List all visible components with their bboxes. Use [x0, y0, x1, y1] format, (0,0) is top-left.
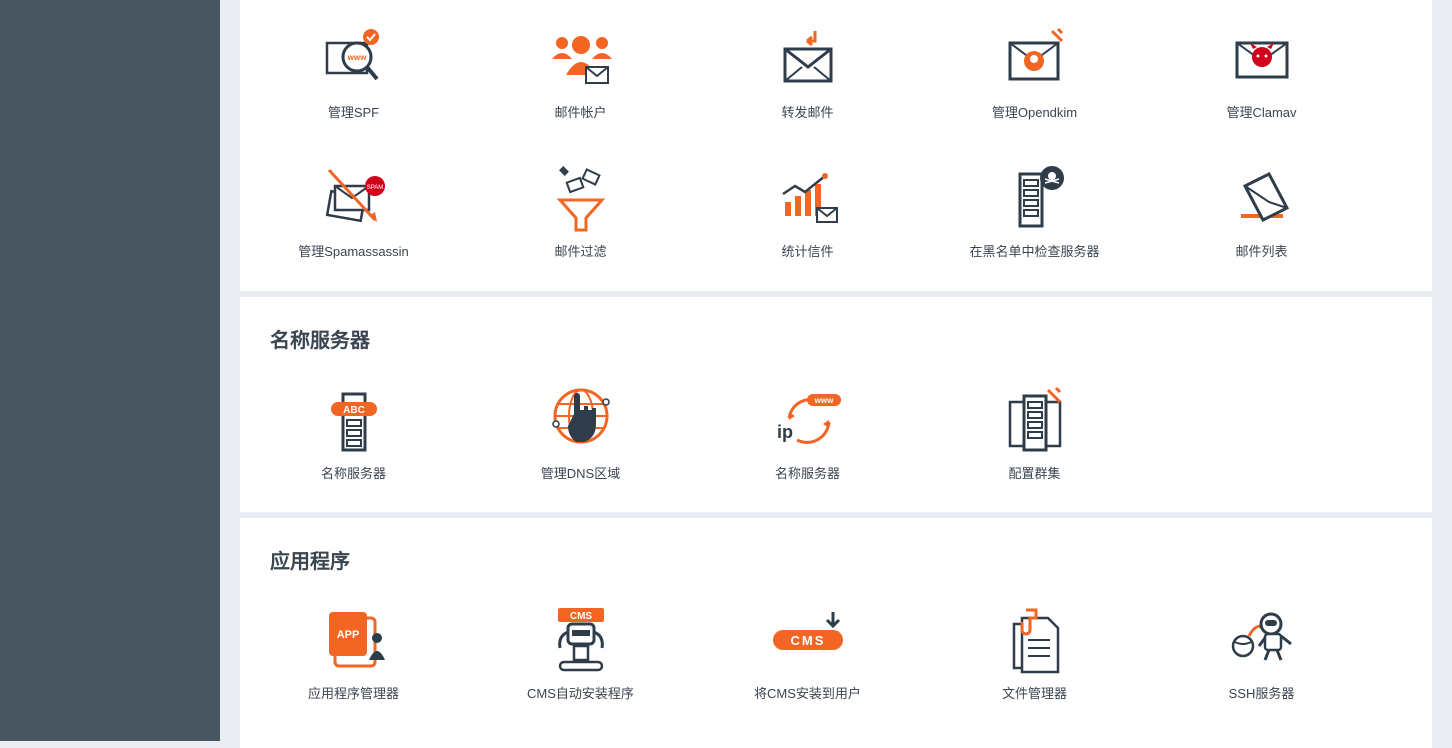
file-manager-icon — [1000, 606, 1070, 676]
cms-badge: CMS — [790, 633, 825, 648]
section-title-apps: 应用程序 — [270, 551, 350, 573]
svg-text:www: www — [813, 396, 833, 405]
tile-cms-auto-installer[interactable]: CMS CMS自动安装程序 — [467, 606, 694, 716]
app-manager-icon: APP — [319, 606, 389, 676]
mail-panel: www 管理SPF 邮件帐户 转发邮件 管理Opendkim 管理Clamav … — [240, 0, 1432, 291]
tile-nameserver-ip[interactable]: www ip 名称服务器 — [694, 386, 921, 496]
abc-server-icon: ABC — [319, 386, 389, 456]
svg-text:ABC: ABC — [343, 405, 365, 416]
tile-label: 名称服务器 — [320, 466, 386, 481]
tile-label: SSH服务器 — [1228, 686, 1295, 701]
tile-app-manager[interactable]: APP 应用程序管理器 — [240, 606, 467, 716]
tile-label: 管理Clamav — [1226, 105, 1297, 120]
forward-mail-icon — [773, 25, 843, 95]
tile-label: CMS自动安装程序 — [527, 686, 634, 701]
ip-www-icon: www ip — [773, 386, 843, 456]
tile-label: 管理Spamassassin — [298, 244, 409, 259]
tile-blacklist-check[interactable]: 在黑名单中检查服务器 — [921, 164, 1148, 274]
tile-manage-opendkim[interactable]: 管理Opendkim — [921, 25, 1148, 135]
tile-file-manager[interactable]: 文件管理器 — [921, 606, 1148, 716]
tile-forward-mail[interactable]: 转发邮件 — [694, 25, 921, 135]
cms-robot-icon: CMS — [546, 606, 616, 676]
blacklist-server-icon — [1000, 164, 1070, 234]
opendkim-mail-icon — [1000, 25, 1070, 95]
tile-label: 管理Opendkim — [991, 105, 1078, 120]
nameserver-panel: 名称服务器 ABC 名称服务器 管理DNS区域 www ip 名称服务器 配置群… — [240, 297, 1432, 512]
tile-mail-list[interactable]: 邮件列表 — [1148, 164, 1375, 274]
tile-label: 统计信件 — [781, 244, 834, 259]
tile-label: 应用程序管理器 — [307, 686, 399, 701]
svg-text:ip: ip — [777, 422, 793, 442]
tile-mail-accounts[interactable]: 邮件帐户 — [467, 25, 694, 135]
users-mail-icon — [546, 25, 616, 95]
mail-stats-icon — [773, 164, 843, 234]
tile-manage-spamassassin[interactable]: SPAM 管理Spamassassin — [240, 164, 467, 274]
mail-list-icon — [1227, 164, 1297, 234]
tile-nameserver-abc[interactable]: ABC 名称服务器 — [240, 386, 467, 496]
tile-mail-stats[interactable]: 统计信件 — [694, 164, 921, 274]
cms-install-icon: CMS — [772, 606, 843, 676]
tile-install-cms-to-user[interactable]: CMS 将CMS安装到用户 — [694, 606, 921, 716]
tile-configure-cluster[interactable]: 配置群集 — [921, 386, 1148, 496]
tile-label: 名称服务器 — [774, 466, 840, 481]
tile-label: 将CMS安装到用户 — [754, 686, 861, 701]
tile-label: 文件管理器 — [1001, 686, 1067, 701]
dns-globe-hand-icon — [546, 386, 616, 456]
tile-manage-clamav[interactable]: 管理Clamav — [1148, 25, 1375, 135]
www-magnifier-icon: www — [319, 25, 389, 95]
clamav-devil-mail-icon — [1227, 25, 1297, 95]
spam-mail-icon: SPAM — [319, 164, 389, 234]
tile-label: 邮件帐户 — [554, 105, 607, 120]
apps-panel: 应用程序 APP 应用程序管理器 CMS CMS自动安装程序 CMS 将CMS安… — [240, 518, 1432, 748]
mail-funnel-icon — [546, 164, 616, 234]
cluster-servers-icon — [1000, 386, 1070, 456]
tile-manage-dns-zone[interactable]: 管理DNS区域 — [467, 386, 694, 496]
main-content: www 管理SPF 邮件帐户 转发邮件 管理Opendkim 管理Clamav … — [240, 0, 1432, 748]
tile-label: 邮件列表 — [1235, 244, 1288, 259]
svg-text:SPAM: SPAM — [366, 185, 383, 191]
tile-label: 在黑名单中检查服务器 — [969, 244, 1100, 259]
tile-manage-spf[interactable]: www 管理SPF — [240, 25, 467, 135]
tile-ssh-server[interactable]: SSH服务器 — [1148, 606, 1375, 716]
svg-text:www: www — [346, 53, 366, 62]
tile-label: 转发邮件 — [781, 105, 834, 120]
tile-label: 管理DNS区域 — [540, 466, 621, 481]
section-title-nameserver: 名称服务器 — [270, 330, 370, 352]
tile-label: 邮件过滤 — [554, 244, 607, 259]
tile-label: 管理SPF — [327, 105, 380, 120]
tile-mail-filter[interactable]: 邮件过滤 — [467, 164, 694, 274]
cms-badge: CMS — [569, 611, 592, 622]
sidebar — [0, 0, 220, 741]
tile-label: 配置群集 — [1008, 466, 1061, 481]
ssh-astronaut-icon — [1227, 606, 1297, 676]
app-badge: APP — [336, 629, 359, 641]
